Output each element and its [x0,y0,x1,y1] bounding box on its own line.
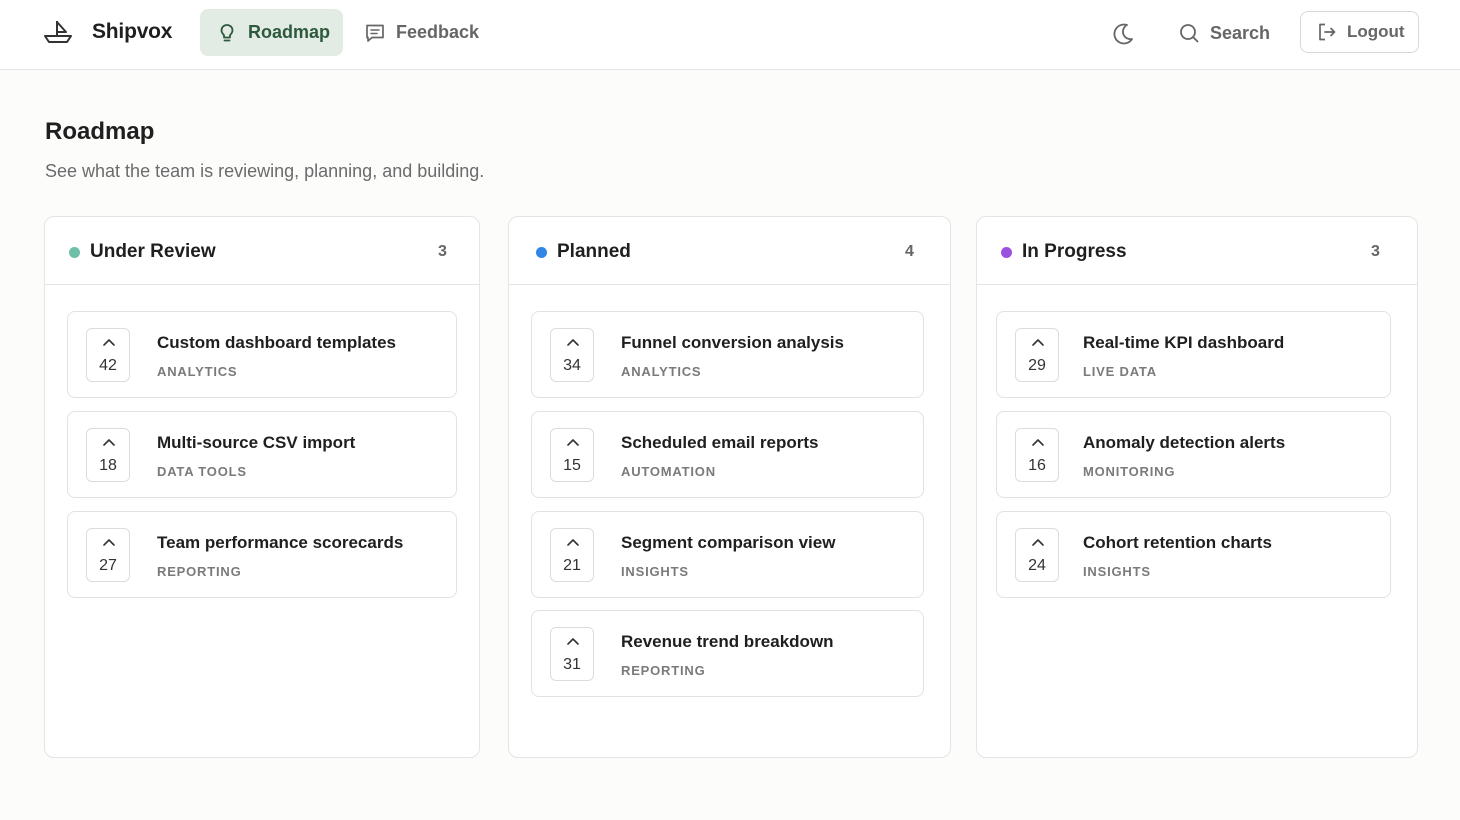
roadmap-card[interactable]: 31 Revenue trend breakdown REPORTING [531,610,924,697]
card-tag: DATA TOOLS [157,464,247,479]
status-dot [1001,247,1012,258]
card-title: Anomaly detection alerts [1083,433,1286,452]
chevron-up-icon [103,339,115,346]
tab-feedback-label: Feedback [396,22,480,42]
upvote-button[interactable]: 27 [86,528,130,582]
roadmap-card[interactable]: 27 Team performance scorecards REPORTING [67,511,457,598]
tab-feedback[interactable]: Feedback [352,9,492,56]
card-tag: REPORTING [621,663,706,678]
chevron-up-icon [1032,339,1044,346]
tab-roadmap[interactable]: Roadmap [200,9,343,56]
ship-logo-icon [44,21,72,43]
search-icon [1180,24,1199,43]
chevron-up-icon [103,539,115,546]
tab-roadmap-label: Roadmap [248,22,331,42]
upvote-button[interactable]: 29 [1015,328,1059,382]
roadmap-card[interactable]: 29 Real-time KPI dashboard LIVE DATA [996,311,1391,398]
upvote-button[interactable]: 15 [550,428,594,482]
upvote-button[interactable]: 16 [1015,428,1059,482]
vote-count: 24 [1028,557,1046,574]
card-tag: INSIGHTS [621,564,689,579]
column-planned: Planned 4 34 Funnel conversion analysis … [508,216,951,758]
moon-icon[interactable] [1106,17,1140,51]
roadmap-card[interactable]: 34 Funnel conversion analysis ANALYTICS [531,311,924,398]
roadmap-card[interactable]: 15 Scheduled email reports AUTOMATION [531,411,924,498]
roadmap-card[interactable]: 24 Cohort retention charts INSIGHTS [996,511,1391,598]
column-in-progress: In Progress 3 29 Real-time KPI dashboard… [976,216,1418,758]
card-title: Revenue trend breakdown [621,632,834,651]
roadmap-card[interactable]: 18 Multi-source CSV import DATA TOOLS [67,411,457,498]
upvote-button[interactable]: 18 [86,428,130,482]
card-tag: ANALYTICS [621,364,702,379]
chevron-up-icon [103,439,115,446]
card-tag: MONITORING [1083,464,1176,479]
chevron-up-icon [1032,439,1044,446]
logout-icon [1319,23,1336,41]
card-title: Multi-source CSV import [157,433,356,452]
column-count: 3 [438,243,447,260]
logout-button[interactable]: Logout [1300,11,1419,53]
search-label: Search [1210,22,1271,43]
vote-count: 34 [563,357,581,374]
roadmap-card[interactable]: 42 Custom dashboard templates ANALYTICS [67,311,457,398]
card-title: Custom dashboard templates [157,333,396,352]
vote-count: 31 [563,656,581,673]
vote-count: 15 [563,457,581,474]
page-subtitle: See what the team is reviewing, planning… [45,161,485,181]
card-tag: LIVE DATA [1083,364,1157,379]
lightbulb-icon [220,23,234,41]
chevron-up-icon [567,439,579,446]
vote-count: 27 [99,557,117,574]
status-dot [69,247,80,258]
upvote-button[interactable]: 24 [1015,528,1059,582]
top-navigation-bar: Shipvox Roadmap Feedback Search Logout [0,0,1460,70]
chevron-up-icon [567,638,579,645]
app-name[interactable]: Shipvox [92,20,172,44]
column-title: Under Review [90,241,216,262]
vote-count: 21 [563,557,581,574]
column-title: Planned [557,241,631,262]
card-title: Cohort retention charts [1083,533,1272,552]
column-header: Planned 4 [509,217,950,285]
column-under-review: Under Review 3 42 Custom dashboard templ… [44,216,480,758]
card-tag: REPORTING [157,564,242,579]
card-title: Funnel conversion analysis [621,333,844,352]
card-title: Scheduled email reports [621,433,819,452]
page-title: Roadmap [45,118,155,145]
card-tag: INSIGHTS [1083,564,1151,579]
upvote-button[interactable]: 34 [550,328,594,382]
status-dot [536,247,547,258]
message-icon [366,24,384,42]
column-count: 3 [1371,243,1380,260]
logout-label: Logout [1347,22,1405,41]
vote-count: 42 [99,357,117,374]
column-title: In Progress [1022,241,1127,262]
vote-count: 18 [99,457,117,474]
upvote-button[interactable]: 42 [86,328,130,382]
column-header: In Progress 3 [977,217,1417,285]
vote-count: 16 [1028,457,1046,474]
vote-count: 29 [1028,357,1046,374]
card-title: Real-time KPI dashboard [1083,333,1285,352]
card-tag: ANALYTICS [157,364,238,379]
upvote-button[interactable]: 31 [550,627,594,681]
roadmap-card[interactable]: 16 Anomaly detection alerts MONITORING [996,411,1391,498]
column-header: Under Review 3 [45,217,479,285]
roadmap-card[interactable]: 21 Segment comparison view INSIGHTS [531,511,924,598]
chevron-up-icon [567,339,579,346]
upvote-button[interactable]: 21 [550,528,594,582]
chevron-up-icon [567,539,579,546]
card-tag: AUTOMATION [621,464,716,479]
search-button[interactable]: Search [1170,14,1282,52]
card-title: Segment comparison view [621,533,836,552]
card-title: Team performance scorecards [157,533,404,552]
column-count: 4 [905,243,914,260]
chevron-up-icon [1032,539,1044,546]
